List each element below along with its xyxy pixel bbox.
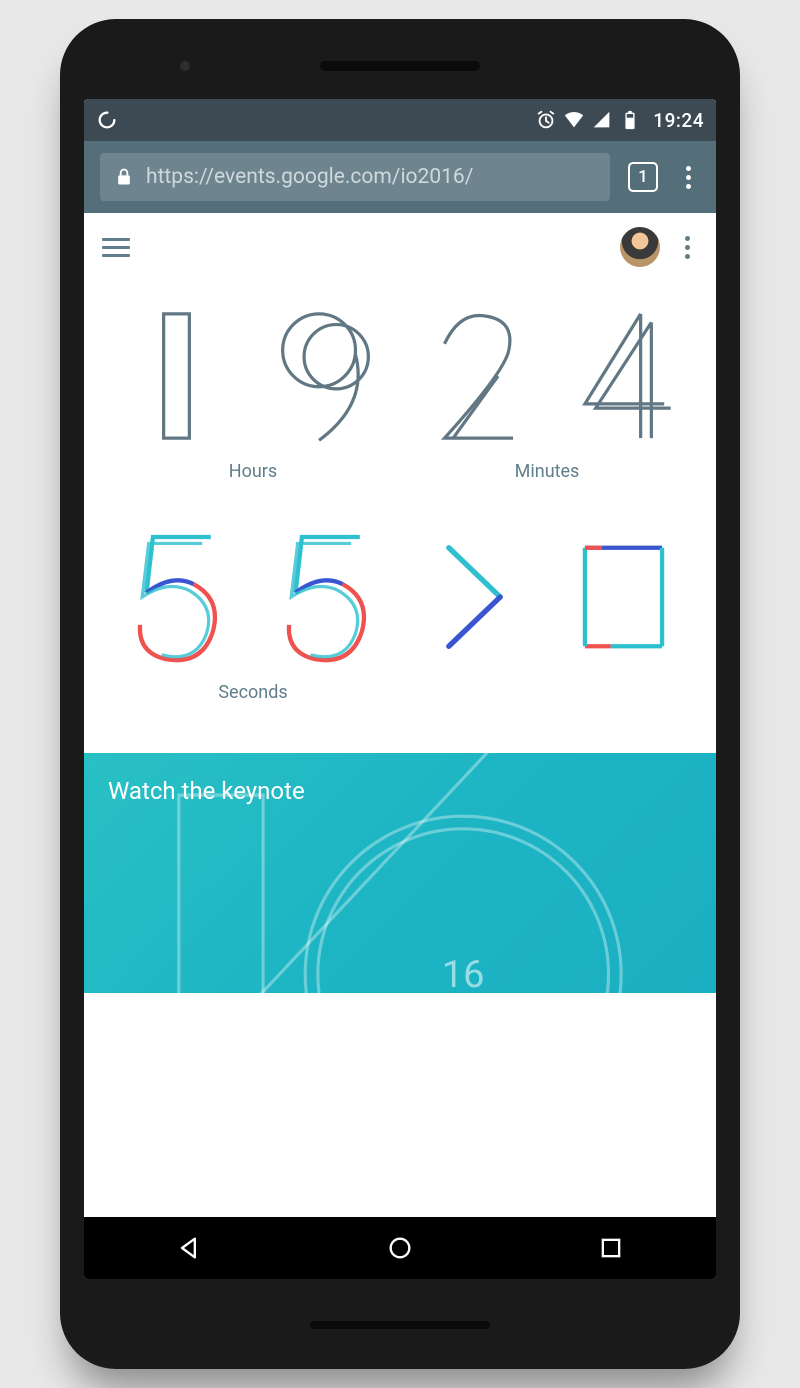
- tab-switcher-button[interactable]: 1: [628, 162, 658, 192]
- chrome-menu-button[interactable]: [676, 166, 700, 189]
- site-overflow-menu-button[interactable]: [676, 236, 698, 259]
- countdown-glyph-chevron: [404, 522, 545, 672]
- status-clock: 19:24: [653, 109, 704, 132]
- countdown-labels-top: Hours Minutes: [106, 461, 694, 482]
- chrome-toolbar: https://events.google.com/io2016/ 1: [84, 141, 716, 213]
- url-text: https://events.google.com/io2016/: [146, 165, 473, 189]
- nav-back-button[interactable]: [175, 1234, 203, 1262]
- phone-speaker-grille: [310, 1321, 490, 1329]
- digit-seconds-tens: [106, 522, 247, 672]
- digit-minutes-tens: [404, 301, 545, 451]
- countdown-row-bottom: [106, 522, 694, 672]
- loading-spinner-icon: [96, 109, 118, 131]
- alarm-icon: [535, 109, 557, 131]
- nav-recents-button[interactable]: [597, 1234, 625, 1262]
- io-year-badge: 16: [442, 953, 485, 993]
- url-bar[interactable]: https://events.google.com/io2016/: [100, 153, 610, 201]
- watch-keynote-card[interactable]: 16 Watch the keynote: [84, 753, 716, 993]
- android-nav-bar: [84, 1217, 716, 1279]
- android-status-bar: 19:24: [84, 99, 716, 141]
- user-avatar[interactable]: [620, 227, 660, 267]
- minutes-label: Minutes: [400, 461, 694, 482]
- cellular-signal-icon: [591, 109, 613, 131]
- phone-screen: 19:24 https://events.google.com/io2016/ …: [84, 99, 716, 1279]
- phone-frame: 19:24 https://events.google.com/io2016/ …: [60, 19, 740, 1369]
- countdown-labels-bottom: Seconds: [106, 682, 694, 703]
- hours-label: Hours: [106, 461, 400, 482]
- keynote-card-title: Watch the keynote: [108, 777, 692, 805]
- countdown-section: Hours Minutes: [84, 281, 716, 753]
- nav-home-button[interactable]: [386, 1234, 414, 1262]
- battery-icon: [619, 109, 641, 131]
- seconds-label: Seconds: [106, 682, 400, 703]
- digit-minutes-ones: [553, 301, 694, 451]
- hamburger-menu-button[interactable]: [102, 238, 130, 257]
- web-page[interactable]: Hours Minutes: [84, 213, 716, 1217]
- wifi-icon: [563, 109, 585, 131]
- lock-icon: [114, 167, 134, 187]
- digit-hours-ones: [255, 301, 396, 451]
- digit-hours-tens: [106, 301, 247, 451]
- countdown-row-top: [106, 301, 694, 451]
- site-header: [84, 213, 716, 281]
- digit-seconds-ones: [255, 522, 396, 672]
- countdown-glyph-square: [553, 522, 694, 672]
